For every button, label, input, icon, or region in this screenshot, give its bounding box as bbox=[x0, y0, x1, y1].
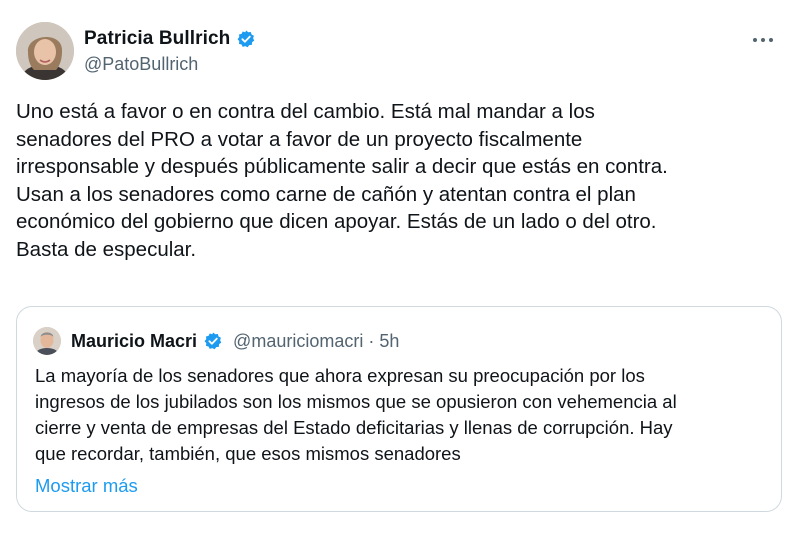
quoted-tweet-header: Mauricio Macri @mauriciomacri · 5h bbox=[33, 326, 399, 356]
tweet-text: Uno está a favor o en contra del cambio.… bbox=[16, 100, 668, 261]
tweet: Patricia Bullrich @PatoBullrich Uno está… bbox=[0, 0, 806, 540]
quoted-tweet[interactable]: Mauricio Macri @mauriciomacri · 5h La ma… bbox=[16, 306, 782, 512]
more-horizontal-icon[interactable] bbox=[750, 30, 776, 51]
quoted-author-avatar bbox=[33, 327, 61, 355]
quoted-author-display-name: Mauricio Macri bbox=[71, 330, 198, 351]
author-avatar[interactable] bbox=[16, 22, 74, 80]
author-names: Patricia Bullrich @PatoBullrich bbox=[84, 26, 256, 75]
verified-badge-icon bbox=[236, 29, 256, 49]
tweet-header: Patricia Bullrich @PatoBullrich bbox=[16, 22, 786, 82]
author-display-name[interactable]: Patricia Bullrich bbox=[84, 28, 230, 50]
show-more-link[interactable]: Mostrar más bbox=[35, 475, 138, 497]
quoted-verified-badge-icon bbox=[203, 331, 223, 351]
quoted-tweet-text: La mayoría de los senadores que ahora ex… bbox=[35, 365, 677, 464]
author-handle[interactable]: @PatoBullrich bbox=[84, 54, 256, 75]
quoted-author-handle-time: @mauriciomacri · 5h bbox=[233, 330, 400, 351]
display-name-row: Patricia Bullrich bbox=[84, 26, 256, 52]
